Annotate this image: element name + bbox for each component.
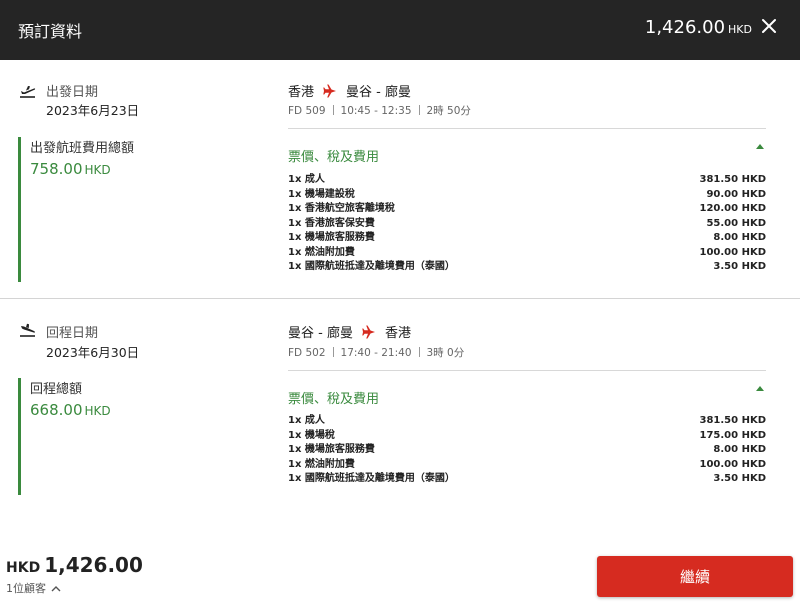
fee-amount: 90.00 HKD	[706, 188, 766, 200]
return-fare-summary: 回程總額 668.00 HKD	[18, 378, 111, 495]
fee-label: 1x 香港旅客保安費	[288, 217, 375, 229]
outbound-flight-no: FD 509	[288, 105, 326, 117]
outbound-fare-summary: 出發航班費用總額 758.00 HKD	[18, 137, 134, 282]
return-fare-amount: 668.00 HKD	[30, 401, 111, 419]
fee-label: 1x 燃油附加費	[288, 458, 355, 470]
fee-amount: 100.00 HKD	[699, 458, 767, 470]
page-title: 預訂資料	[18, 22, 83, 41]
return-date: 2023年6月30日	[46, 345, 140, 360]
return-flight-info: FD 502 17:40 - 21:40 3時 0分	[288, 345, 464, 360]
fee-label: 1x 燃油附加費	[288, 246, 355, 258]
passenger-toggle[interactable]: 1位顧客	[6, 580, 61, 596]
outbound-date-label: 出發日期	[46, 85, 99, 100]
separator	[332, 347, 334, 357]
return-fare-label: 回程總額	[30, 382, 83, 397]
fee-label: 1x 機場旅客服務費	[288, 444, 375, 455]
header-total-currency: HKD	[728, 23, 752, 36]
fee-label: 1x 機場建設稅	[288, 188, 355, 200]
return-fee-list: 1x 成人 381.50 HKD 1x 機場稅 175.00 HKD 1x 機場旅客…	[288, 414, 766, 487]
header-total-amount: 1,426.00	[644, 17, 726, 38]
divider	[288, 128, 766, 129]
fee-label: 1x 成人	[288, 174, 325, 185]
fee-row: 1x 機場稅 175.00 HKD	[288, 429, 766, 444]
outbound-fare-label: 出發航班費用總額	[30, 141, 135, 156]
fee-label: 1x 國際航班抵達及離境費用（泰國）	[288, 473, 455, 484]
fee-row: 1x 燃油附加費 100.00 HKD	[288, 458, 766, 473]
outbound-segment: 出發日期 2023年6月23日 出發航班費用總額 758.00 HKD 香港 曼谷…	[0, 60, 800, 298]
header: 預訂資料 1,426.00 HKD	[0, 0, 800, 60]
fee-row: 1x 燃油附加費 100.00 HKD	[288, 246, 766, 261]
footer-total: HKD 1,426.00	[6, 553, 143, 577]
continue-button[interactable]: 繼續	[597, 556, 793, 597]
return-fare-currency: HKD	[84, 404, 111, 418]
fee-label: 1x 香港航空旅客離境稅	[288, 203, 395, 214]
fee-amount: 100.00 HKD	[699, 246, 767, 258]
fee-label: 1x 機場旅客服務費	[288, 232, 375, 243]
fee-amount: 120.00 HKD	[699, 203, 767, 214]
chevron-up-icon	[51, 585, 61, 591]
footer-total-amount: 1,426.00	[44, 553, 143, 577]
return-time: 17:40 - 21:40	[340, 347, 412, 359]
fee-amount: 55.00 HKD	[706, 217, 766, 229]
fee-amount: 8.00 HKD	[713, 444, 766, 455]
return-date-label: 回程日期	[46, 326, 99, 341]
outbound-date: 2023年6月23日	[46, 103, 140, 118]
outbound-fees-title: 票價、稅及費用	[288, 150, 380, 165]
plane-icon	[323, 84, 337, 97]
close-icon[interactable]	[758, 15, 780, 37]
separator	[418, 105, 420, 115]
fee-row: 1x 機場旅客服務費 8.00 HKD	[288, 443, 766, 458]
chevron-up-icon[interactable]	[756, 386, 764, 391]
fee-row: 1x 香港航空旅客離境稅 120.00 HKD	[288, 202, 766, 217]
fee-label: 1x 成人	[288, 415, 325, 426]
fee-amount: 381.50 HKD	[699, 174, 767, 185]
fee-row: 1x 國際航班抵達及離境費用（泰國） 3.50 HKD	[288, 260, 766, 275]
separator	[332, 105, 334, 115]
return-segment: 回程日期 2023年6月30日 回程總額 668.00 HKD 曼谷 - 廊曼 香…	[0, 299, 800, 519]
fee-label: 1x 機場稅	[288, 429, 335, 441]
outbound-flight-info: FD 509 10:45 - 12:35 2時 50分	[288, 103, 471, 118]
plane-icon	[362, 325, 375, 338]
outbound-duration: 2時 50分	[426, 105, 471, 117]
outbound-route: 香港 曼谷 - 廊曼	[288, 81, 411, 100]
chevron-up-icon[interactable]	[756, 144, 764, 149]
fee-amount: 3.50 HKD	[713, 473, 766, 484]
outbound-fare-currency: HKD	[84, 163, 111, 177]
divider	[288, 370, 766, 371]
fee-amount: 8.00 HKD	[713, 232, 766, 243]
outbound-fee-list: 1x 成人 381.50 HKD 1x 機場建設稅 90.00 HKD 1x 香港航…	[288, 173, 766, 275]
outbound-fare-amount: 758.00 HKD	[30, 160, 134, 178]
return-fees-title: 票價、稅及費用	[288, 392, 380, 407]
return-route: 曼谷 - 廊曼 香港	[288, 322, 411, 341]
return-flight-no: FD 502	[288, 347, 326, 359]
fee-label: 1x 國際航班抵達及離境費用（泰國）	[288, 261, 455, 272]
plane-landing-icon	[20, 323, 35, 337]
return-origin: 曼谷 - 廊曼	[288, 326, 353, 341]
plane-takeoff-icon	[20, 86, 36, 98]
outbound-origin: 香港	[288, 85, 315, 100]
fee-amount: 3.50 HKD	[713, 261, 766, 272]
fee-amount: 175.00 HKD	[699, 429, 767, 441]
header-total: 1,426.00 HKD	[645, 17, 752, 38]
fee-row: 1x 成人 381.50 HKD	[288, 414, 766, 429]
outbound-fare-value: 758.00	[30, 160, 83, 178]
footer-currency: HKD	[6, 560, 41, 576]
fee-row: 1x 機場旅客服務費 8.00 HKD	[288, 231, 766, 246]
return-fare-value: 668.00	[30, 401, 83, 419]
outbound-time: 10:45 - 12:35	[340, 105, 412, 117]
fee-row: 1x 機場建設稅 90.00 HKD	[288, 188, 766, 203]
return-destination: 香港	[384, 326, 411, 341]
fee-row: 1x 成人 381.50 HKD	[288, 173, 766, 188]
fee-amount: 381.50 HKD	[699, 415, 767, 426]
passenger-count: 1位顧客	[6, 582, 46, 595]
fee-row: 1x 香港旅客保安費 55.00 HKD	[288, 217, 766, 232]
outbound-destination: 曼谷 - 廊曼	[346, 85, 411, 100]
separator	[418, 347, 420, 357]
fee-row: 1x 國際航班抵達及離境費用（泰國） 3.50 HKD	[288, 472, 766, 487]
return-duration: 3時 0分	[426, 347, 465, 359]
